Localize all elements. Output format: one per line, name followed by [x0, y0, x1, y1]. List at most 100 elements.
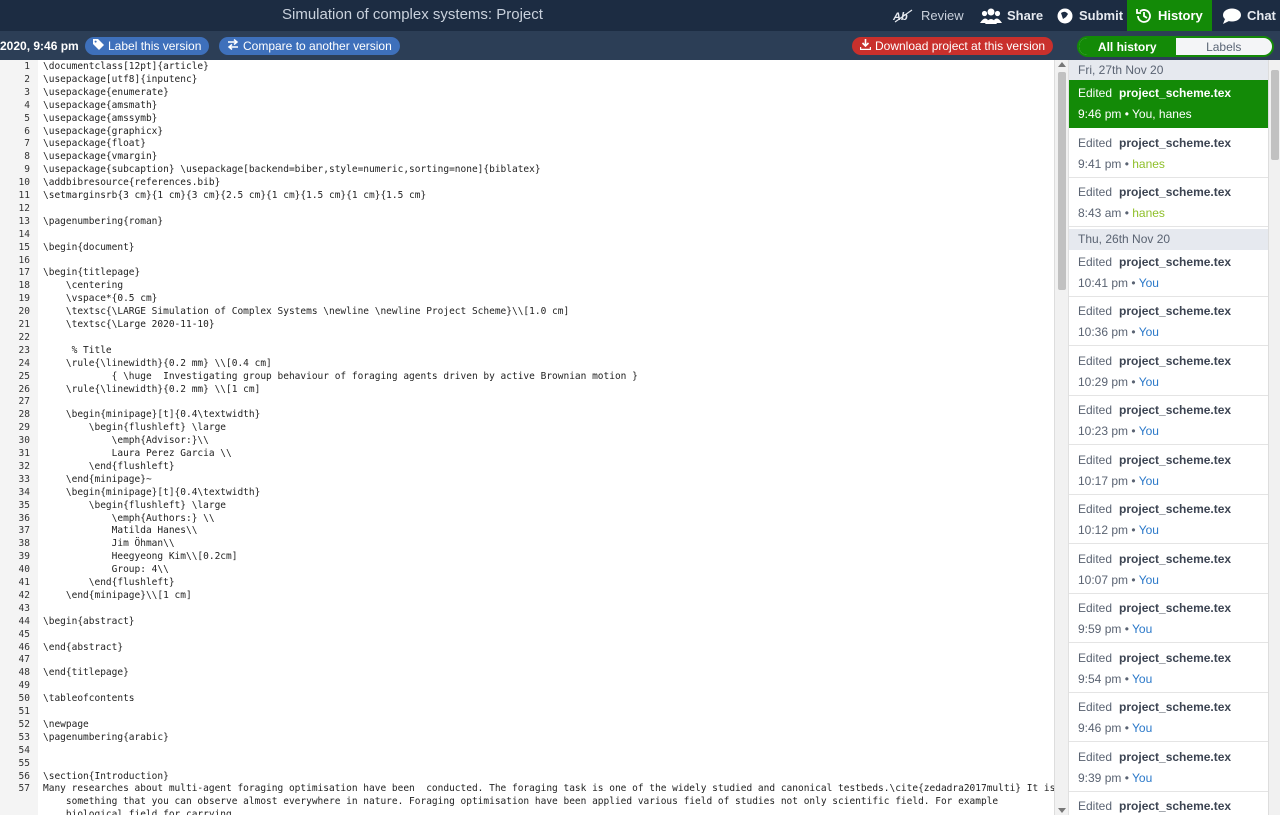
- code-line[interactable]: 21 \textsc{\Large 2020-11-10}: [0, 318, 1054, 331]
- code-line[interactable]: 23 % Title: [0, 344, 1054, 357]
- line-text: \emph{Authors:} \\: [43, 512, 215, 524]
- code-line[interactable]: 48 \end{titlepage}: [0, 666, 1054, 679]
- chat-button[interactable]: Chat: [1214, 0, 1280, 31]
- code-line[interactable]: 55: [0, 757, 1054, 770]
- scroll-down-icon[interactable]: [1058, 808, 1066, 813]
- code-line[interactable]: 50 \tableofcontents: [0, 692, 1054, 705]
- code-line[interactable]: 45: [0, 628, 1054, 641]
- history-scrollbar[interactable]: [1268, 60, 1280, 815]
- line-number: 6: [24, 125, 30, 137]
- history-entry[interactable]: Edited project_scheme.tex 8:43 am • hanes: [1069, 179, 1269, 227]
- code-line[interactable]: 29 \begin{flushleft} \large: [0, 421, 1054, 434]
- code-line[interactable]: 28 \begin{minipage}[t]{0.4\textwidth}: [0, 408, 1054, 421]
- code-line[interactable]: 43: [0, 602, 1054, 615]
- code-line[interactable]: 24 \rule{\linewidth}{0.2 mm} \\[0.4 cm]: [0, 357, 1054, 370]
- history-entry[interactable]: Edited project_scheme.tex 9:46 pm • You: [1069, 694, 1269, 742]
- code-line[interactable]: 33 \end{minipage}~: [0, 473, 1054, 486]
- code-line[interactable]: 10 \addbibresource{references.bib}: [0, 176, 1054, 189]
- code-line[interactable]: 49: [0, 679, 1054, 692]
- code-line[interactable]: 39 Heegyeong Kim\\[0.2cm]: [0, 550, 1054, 563]
- code-line[interactable]: 47: [0, 653, 1054, 666]
- all-history-tab[interactable]: All history: [1079, 38, 1176, 55]
- code-line[interactable]: 32 \end{flushleft}: [0, 460, 1054, 473]
- download-version-button[interactable]: Download project at this version: [852, 37, 1054, 55]
- code-line[interactable]: biological field for carrying: [0, 808, 1054, 815]
- history-entry[interactable]: Edited project_scheme.tex 9:39 pm • You: [1069, 744, 1269, 792]
- history-entry[interactable]: Edited project_scheme.tex 10:29 pm • You: [1069, 348, 1269, 396]
- code-line[interactable]: 16: [0, 254, 1054, 267]
- code-line[interactable]: 54: [0, 744, 1054, 757]
- review-button[interactable]: Ab Review: [884, 0, 972, 31]
- code-line[interactable]: 20 \textsc{\LARGE Simulation of Complex …: [0, 305, 1054, 318]
- scroll-up-icon[interactable]: [1058, 62, 1066, 67]
- history-entry[interactable]: Edited project_scheme.tex 10:41 pm • You: [1069, 249, 1269, 297]
- code-line[interactable]: 12: [0, 202, 1054, 215]
- editor-scrollbar[interactable]: [1054, 60, 1068, 815]
- history-entry[interactable]: Edited project_scheme.tex 10:12 pm • You: [1069, 496, 1269, 544]
- history-entry[interactable]: Edited project_scheme.tex: [1069, 793, 1269, 815]
- code-line[interactable]: 31 Laura Perez Garcia \\: [0, 447, 1054, 460]
- history-entry[interactable]: Edited project_scheme.tex 10:17 pm • You: [1069, 447, 1269, 495]
- code-line[interactable]: 56 \section{Introduction}: [0, 770, 1054, 783]
- code-line[interactable]: 57 Many researches about multi-agent fora…: [0, 782, 1056, 795]
- line-text: \usepackage{graphicx}: [43, 125, 164, 137]
- history-entry[interactable]: Edited project_scheme.tex 9:54 pm • You: [1069, 645, 1269, 693]
- history-button[interactable]: History: [1127, 0, 1212, 31]
- code-line[interactable]: something that you can observe almost ev…: [0, 795, 1054, 808]
- code-line[interactable]: 13 \pagenumbering{roman}: [0, 215, 1054, 228]
- code-editor[interactable]: 1 \documentclass[12pt]{article} 2 \usepacka…: [0, 60, 1068, 815]
- code-line[interactable]: 7 \usepackage{float}: [0, 137, 1054, 150]
- history-entry[interactable]: Edited project_scheme.tex 10:23 pm • You: [1069, 397, 1269, 445]
- labels-tab[interactable]: Labels: [1176, 38, 1273, 55]
- code-line[interactable]: 53 \pagenumbering{arabic}: [0, 731, 1054, 744]
- code-line[interactable]: 9 \usepackage{subcaption} \usepackage[bac…: [0, 163, 1054, 176]
- history-user: You: [1132, 622, 1153, 636]
- code-line[interactable]: 11 \setmarginsrb{3 cm}{1 cm}{3 cm}{2.5 cm…: [0, 189, 1054, 202]
- code-line[interactable]: 14: [0, 228, 1054, 241]
- code-line[interactable]: 2 \usepackage[utf8]{inputenc}: [0, 73, 1054, 86]
- code-line[interactable]: 15 \begin{document}: [0, 241, 1054, 254]
- history-entry[interactable]: Edited project_scheme.tex 10:07 pm • You: [1069, 546, 1269, 594]
- code-line[interactable]: 3 \usepackage{enumerate}: [0, 86, 1054, 99]
- compare-version-button[interactable]: Compare to another version: [219, 37, 400, 55]
- code-line[interactable]: 1 \documentclass[12pt]{article}: [0, 60, 1054, 73]
- top-toolbar: Simulation of complex systems: Project A…: [0, 0, 1280, 31]
- share-button[interactable]: Share: [972, 0, 1051, 31]
- code-line[interactable]: 51: [0, 705, 1054, 718]
- history-entry-title: Edited project_scheme.tex: [1078, 651, 1260, 669]
- code-line[interactable]: 27: [0, 395, 1054, 408]
- history-entry-title: Edited project_scheme.tex: [1078, 255, 1260, 273]
- code-line[interactable]: 41 \end{flushleft}: [0, 576, 1054, 589]
- code-line[interactable]: 19 \vspace*{0.5 cm}: [0, 292, 1054, 305]
- code-line[interactable]: 35 \begin{flushleft} \large: [0, 499, 1054, 512]
- code-line[interactable]: 22: [0, 331, 1054, 344]
- code-line[interactable]: 8 \usepackage{vmargin}: [0, 150, 1054, 163]
- history-scroll-thumb[interactable]: [1271, 70, 1279, 160]
- code-line[interactable]: 34 \begin{minipage}[t]{0.4\textwidth}: [0, 486, 1054, 499]
- code-line[interactable]: 42 \end{minipage}\\[1 cm]: [0, 589, 1054, 602]
- history-entry[interactable]: Edited project_scheme.tex 9:46 pm • You, h…: [1069, 80, 1269, 128]
- code-line[interactable]: 26 \rule{\linewidth}{0.2 mm} \\[1 cm]: [0, 383, 1054, 396]
- code-line[interactable]: 44 \begin{abstract}: [0, 615, 1054, 628]
- line-number: 13: [18, 215, 30, 227]
- code-line[interactable]: 46 \end{abstract}: [0, 641, 1054, 654]
- label-version-button[interactable]: Label this version: [85, 37, 210, 55]
- history-entry[interactable]: Edited project_scheme.tex 10:36 pm • You: [1069, 298, 1269, 346]
- history-entry[interactable]: Edited project_scheme.tex 9:41 pm • hanes: [1069, 130, 1269, 178]
- submit-button[interactable]: Submit: [1048, 0, 1131, 31]
- code-line[interactable]: 4 \usepackage{amsmath}: [0, 99, 1054, 112]
- code-line[interactable]: 30 \emph{Advisor:}\\: [0, 434, 1054, 447]
- history-entry[interactable]: Edited project_scheme.tex 9:59 pm • You: [1069, 595, 1269, 643]
- code-line[interactable]: 6 \usepackage{graphicx}: [0, 125, 1054, 138]
- history-bullet: •: [1128, 523, 1139, 537]
- editor-scroll-thumb[interactable]: [1058, 72, 1066, 290]
- code-line[interactable]: 5 \usepackage{amssymb}: [0, 112, 1054, 125]
- code-line[interactable]: 52 \newpage: [0, 718, 1054, 731]
- code-line[interactable]: 18 \centering: [0, 279, 1054, 292]
- code-line[interactable]: 37 Matilda Hanes\\: [0, 524, 1054, 537]
- code-line[interactable]: 36 \emph{Authors:} \\: [0, 512, 1054, 525]
- code-line[interactable]: 25 { \huge Investigating group behaviour…: [0, 370, 1054, 383]
- code-line[interactable]: 40 Group: 4\\: [0, 563, 1054, 576]
- code-line[interactable]: 17 \begin{titlepage}: [0, 266, 1054, 279]
- code-line[interactable]: 38 Jim Öhman\\: [0, 537, 1054, 550]
